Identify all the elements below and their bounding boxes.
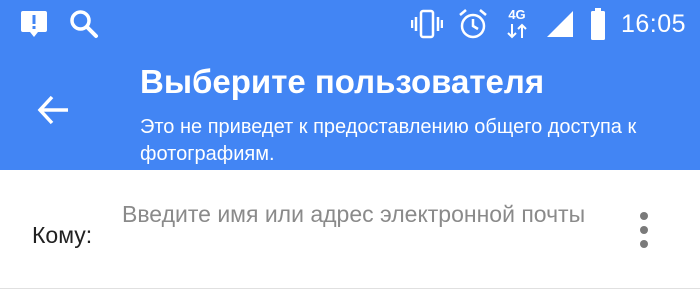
arrow-back-icon: [37, 95, 68, 125]
to-label: Кому:: [32, 222, 93, 248]
more-options-button[interactable]: [632, 212, 656, 248]
page-subtitle: Это не приведет к предоставлению общего …: [140, 116, 637, 165]
vibrate-icon: [410, 7, 443, 41]
more-vert-icon: [640, 212, 648, 220]
app-bar: Выберите пользователя Это не приведет к …: [0, 50, 700, 170]
status-bar-left: [18, 8, 100, 40]
status-bar: 4G 16:05: [0, 0, 700, 50]
network-label: 4G: [508, 7, 525, 22]
status-time: 16:05: [620, 9, 686, 38]
page-title: Выберите пользователя: [140, 63, 545, 100]
signal-icon: [545, 9, 575, 39]
status-bar-right: 4G 16:05: [410, 6, 686, 42]
alarm-icon: [457, 7, 489, 41]
search-icon[interactable]: [68, 8, 100, 40]
battery-icon: [589, 7, 607, 41]
alert-icon: [18, 8, 50, 40]
recipient-row: Кому:: [0, 170, 700, 289]
recipient-input[interactable]: [122, 198, 592, 264]
network-4g-icon: 4G: [503, 6, 531, 42]
back-button[interactable]: [34, 90, 74, 130]
